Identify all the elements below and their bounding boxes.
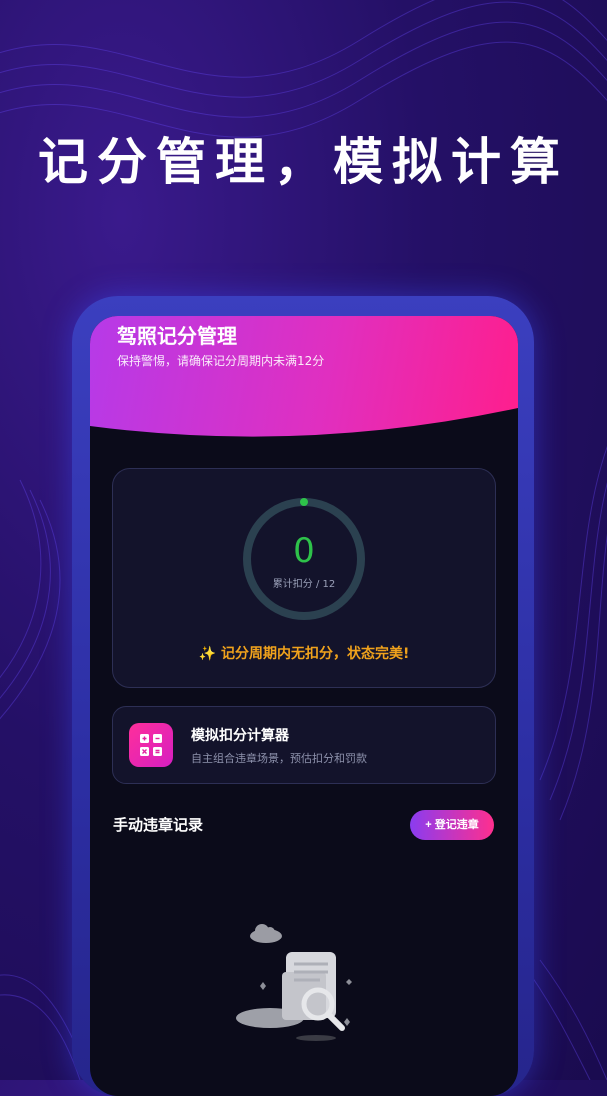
register-violation-button[interactable]: + 登记违章 [410, 810, 494, 840]
empty-document-search-icon [236, 924, 352, 1041]
score-card: 0 累计扣分 / 12 ✨ 记分周期内无扣分，状态完美! [112, 468, 496, 688]
app-subtitle: 保持警惕，请确保记分周期内未满12分 [117, 354, 325, 368]
promo-headline: 记分管理，模拟计算 [38, 133, 569, 191]
header-curve [90, 408, 518, 456]
calculator-card[interactable]: 模拟扣分计算器 自主组合违章场景，预估扣分和罚款 [112, 706, 496, 784]
calculator-title: 模拟扣分计算器 [191, 728, 289, 744]
records-section-title: 手动违章记录 [113, 816, 204, 834]
calculator-description: 自主组合违章场景，预估扣分和罚款 [191, 752, 367, 765]
score-label: 累计扣分 / 12 [272, 579, 336, 590]
calculator-icon [129, 723, 173, 767]
score-value: 0 [293, 531, 315, 571]
app-title: 驾照记分管理 [117, 324, 237, 348]
status-message: ✨ 记分周期内无扣分，状态完美! [198, 646, 410, 662]
app-screen: 驾照记分管理 保持警惕，请确保记分周期内未满12分 0 累计扣分 / 12 ✨ … [90, 316, 518, 1096]
